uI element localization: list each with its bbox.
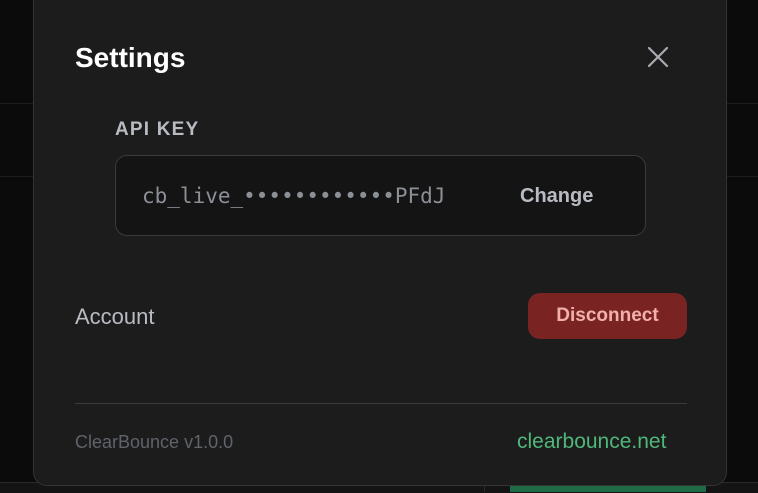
account-label: Account xyxy=(75,304,155,329)
settings-modal: Settings API KEY cb_live_••••••••••••PFd… xyxy=(33,0,727,486)
disconnect-button[interactable]: Disconnect xyxy=(528,293,687,339)
change-api-key-button[interactable]: Change xyxy=(520,182,593,210)
version-text: ClearBounce v1.0.0 xyxy=(75,432,234,452)
close-button[interactable] xyxy=(642,41,674,73)
footer-divider xyxy=(75,403,687,404)
api-key-field: cb_live_••••••••••••PFdJ Change xyxy=(115,155,646,236)
modal-title: Settings xyxy=(75,42,186,73)
close-icon xyxy=(647,46,669,68)
website-link[interactable]: clearbounce.net xyxy=(517,429,666,455)
api-key-label: API KEY xyxy=(115,119,200,140)
api-key-value: cb_live_••••••••••••PFdJ xyxy=(142,184,446,208)
